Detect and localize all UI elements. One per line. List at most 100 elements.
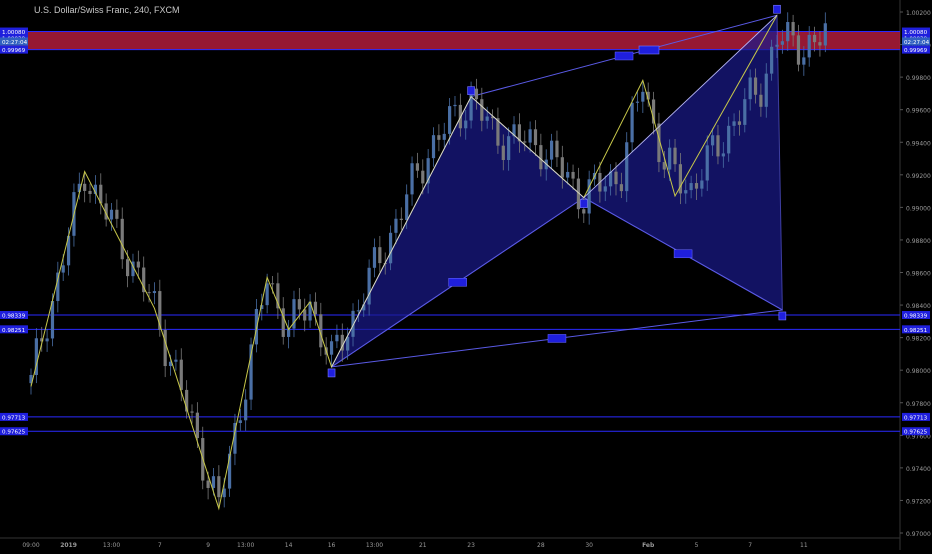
candle-body [83, 183, 87, 191]
candle-body [753, 77, 758, 95]
price-tag-left-text: 0.99969 [2, 48, 26, 54]
candle-body [571, 171, 575, 179]
price-tag-left-text: 0.98251 [2, 328, 26, 334]
candle-body [206, 480, 210, 488]
chart-canvas[interactable]: 1.002001.000000.998000.996000.994000.992… [0, 0, 932, 550]
ratio-box-bd [673, 249, 693, 259]
candle-body [770, 46, 774, 74]
candle-body [61, 265, 65, 273]
candle-body [437, 135, 441, 140]
candle-body [560, 157, 564, 178]
y-tick-label: 0.99800 [906, 75, 931, 82]
y-tick-label: 0.98200 [906, 336, 931, 343]
candle-body [764, 73, 768, 107]
candle-body [818, 42, 822, 46]
x-tick-label: 30 [585, 542, 593, 549]
candle-body [689, 183, 693, 191]
x-tick-label: 28 [537, 542, 545, 549]
candle-body [807, 34, 811, 58]
candle-body [109, 209, 114, 220]
candle-body [115, 209, 119, 219]
y-tick-label: 0.97200 [906, 498, 931, 505]
price-tag-right-text: 0.98339 [904, 313, 928, 319]
candle-body [329, 341, 334, 355]
x-tick-label: 13:00 [366, 542, 383, 549]
candle-body [480, 99, 484, 121]
y-tick-label: 0.99600 [906, 108, 931, 115]
candle-body [501, 145, 505, 161]
x-tick-label: 5 [695, 542, 699, 549]
candle-body [313, 301, 318, 315]
ratio-box-xb [448, 278, 467, 287]
candle-body [684, 190, 688, 194]
pattern-xab [331, 95, 585, 368]
x-tick-label: 13:00 [237, 542, 254, 549]
candle-body [265, 283, 269, 306]
chart-area[interactable]: U.S. Dollar/Swiss Franc, 240, FXCM 1.002… [0, 0, 932, 550]
candle-body [603, 186, 607, 192]
candle-body [190, 411, 194, 413]
pattern-point-d [778, 311, 787, 321]
candle-body [780, 41, 784, 45]
candle-body [394, 218, 398, 233]
price-tag-right-text: 0.97713 [904, 415, 928, 421]
zone-label-box [638, 45, 660, 55]
candle-body [174, 359, 178, 362]
x-tick-label: Feb [642, 542, 655, 549]
candle-body [464, 120, 468, 129]
candle-body [453, 104, 457, 107]
candle-body [303, 309, 307, 321]
price-tag-left-text: 02:27:04 [2, 40, 28, 46]
candle-body [152, 291, 157, 294]
x-tick-label: 11 [800, 542, 808, 549]
candle-body [120, 218, 124, 260]
price-tag-right-text: 0.97625 [904, 430, 928, 436]
candle-body [405, 194, 409, 221]
candle-body [566, 171, 570, 178]
x-tick-label: 09:00 [22, 542, 39, 549]
candle-body [270, 283, 275, 285]
candle-body [743, 99, 747, 125]
candle-body [759, 94, 763, 107]
x-tick-label: 14 [285, 542, 293, 549]
candle-body [705, 145, 709, 181]
chart-title: U.S. Dollar/Swiss Franc, 240, FXCM [34, 5, 180, 15]
pattern-point-b [579, 199, 588, 208]
price-tag-left-text: 0.98339 [2, 313, 26, 319]
candle-body [812, 34, 817, 43]
candle-body [625, 142, 629, 192]
candle-body [549, 140, 554, 160]
candle-body [630, 102, 634, 143]
candle-body [802, 57, 806, 65]
candle-body [356, 310, 360, 312]
candle-body [421, 170, 425, 184]
candle-body [732, 121, 736, 126]
ratio-box-ac [614, 51, 634, 61]
y-tick-label: 0.97400 [906, 466, 931, 473]
price-tag-right-text: 0.99969 [904, 48, 928, 54]
candle-body [88, 190, 92, 194]
candle-body [378, 247, 382, 264]
price-tag-right-text: 0.98251 [904, 328, 928, 334]
candle-body [791, 22, 795, 36]
pattern-point-c [773, 4, 781, 14]
x-tick-label: 23 [467, 542, 475, 549]
y-tick-label: 0.99000 [906, 205, 931, 212]
candle-body [523, 141, 527, 143]
candle-body [335, 334, 339, 342]
candle-body [539, 145, 543, 170]
ratio-box-xd [547, 334, 567, 343]
y-tick-label: 0.97800 [906, 401, 931, 408]
candle-body [136, 261, 140, 268]
candle-body [710, 135, 715, 146]
x-tick-label: 16 [328, 542, 336, 549]
candle-body [415, 163, 420, 171]
x-tick-label: 2019 [60, 542, 77, 549]
candle-body [721, 153, 725, 157]
candle-body [737, 121, 742, 125]
candle-body [474, 88, 479, 100]
x-tick-label: 21 [419, 542, 427, 549]
candle-body [399, 218, 403, 221]
price-tag-right-text: 02:27:04 [904, 40, 930, 46]
candle-body [179, 359, 183, 390]
